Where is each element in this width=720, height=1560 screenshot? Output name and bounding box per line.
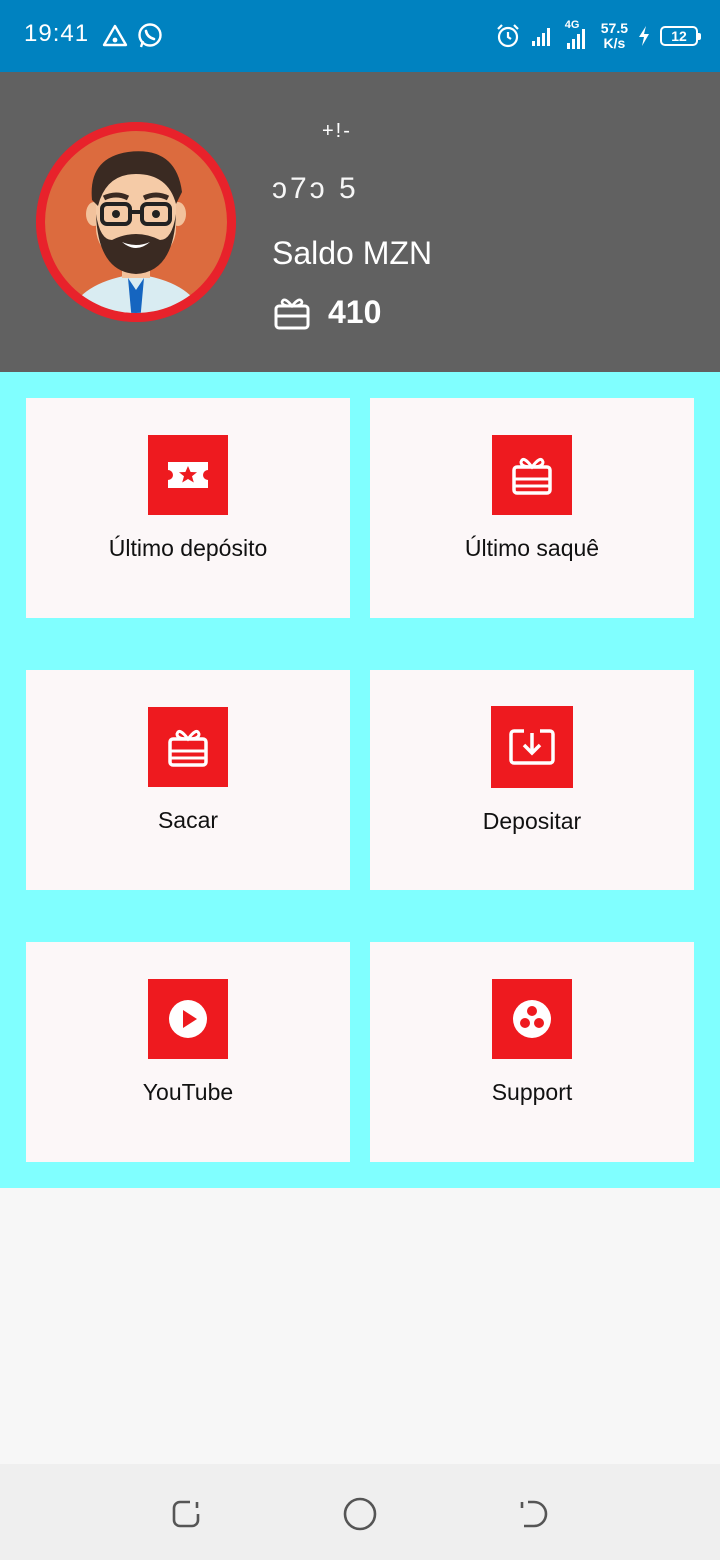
- gift-icon: [168, 729, 208, 767]
- home-button[interactable]: [340, 1494, 380, 1534]
- system-nav-bar: [0, 1464, 720, 1560]
- menu-item-last-deposit[interactable]: Último depósito: [26, 398, 350, 618]
- menu-item-last-withdrawal[interactable]: Último saquê: [370, 398, 694, 618]
- whatsapp-icon: [138, 23, 162, 48]
- download-tray-icon: [509, 729, 555, 765]
- menu-grid: Último depósito Último saquê Sacar Depos…: [0, 372, 720, 1188]
- back-button[interactable]: [514, 1494, 554, 1534]
- tile-icon-box: [492, 979, 572, 1059]
- home-circle-icon: [343, 1497, 377, 1531]
- recent-apps-icon: [172, 1500, 200, 1528]
- signal-4g-icon: [566, 29, 585, 49]
- user-id-partial-top: +!-: [322, 120, 352, 142]
- support-dots-icon: [513, 1000, 551, 1038]
- status-left-icons: [102, 20, 164, 52]
- net-speed: 57.5 K/s: [601, 21, 628, 51]
- profile-header: +!- ɔ7ɔ 5 Saldo MZN 410: [0, 72, 720, 372]
- tile-icon-box: [148, 435, 228, 515]
- tile-icon-box: [148, 707, 228, 787]
- menu-item-support[interactable]: Support: [370, 942, 694, 1162]
- signal-icon: [531, 28, 550, 46]
- gift-icon: [274, 297, 310, 329]
- menu-item-label: Sacar: [157, 807, 219, 833]
- battery-indicator: 12: [660, 26, 701, 46]
- menu-item-deposit[interactable]: Depositar: [370, 670, 694, 890]
- back-icon: [520, 1500, 548, 1528]
- menu-item-withdraw[interactable]: Sacar: [26, 670, 350, 890]
- status-right-icons: 4G 57.5 K/s 12: [495, 16, 701, 56]
- menu-item-label: Último saquê: [464, 535, 600, 561]
- gift-icon: [512, 457, 552, 495]
- tile-icon-box: [492, 435, 572, 515]
- balance-row: 410: [274, 294, 381, 331]
- warning-triangle-icon: [102, 24, 128, 47]
- menu-item-label: Depositar: [482, 808, 582, 834]
- ticket-star-icon: [168, 462, 208, 488]
- tile-icon-box: [491, 706, 573, 788]
- status-time: 19:41: [24, 20, 90, 47]
- recent-apps-button[interactable]: [166, 1494, 206, 1534]
- balance-label: Saldo MZN: [272, 235, 433, 271]
- net-speed-value: 57.5: [600, 20, 628, 36]
- net-speed-unit: K/s: [603, 35, 626, 51]
- tile-icon-box: [148, 979, 228, 1059]
- balance-value: 410: [328, 294, 382, 330]
- status-bar: 19:41 4G 57.5 K/s 12: [0, 0, 720, 72]
- avatar: [36, 122, 236, 322]
- alarm-icon: [496, 24, 519, 48]
- avatar-illustration: [36, 122, 236, 322]
- battery-level: 12: [671, 28, 687, 44]
- menu-item-label: Support: [491, 1079, 573, 1105]
- menu-item-label: YouTube: [142, 1079, 234, 1105]
- menu-item-label: Último depósito: [108, 535, 268, 561]
- play-circle-icon: [169, 1000, 207, 1038]
- charging-bolt-icon: [639, 26, 649, 46]
- signal-4g: 4G: [563, 19, 591, 51]
- menu-item-youtube[interactable]: YouTube: [26, 942, 350, 1162]
- user-id: ɔ7ɔ 5: [272, 172, 359, 205]
